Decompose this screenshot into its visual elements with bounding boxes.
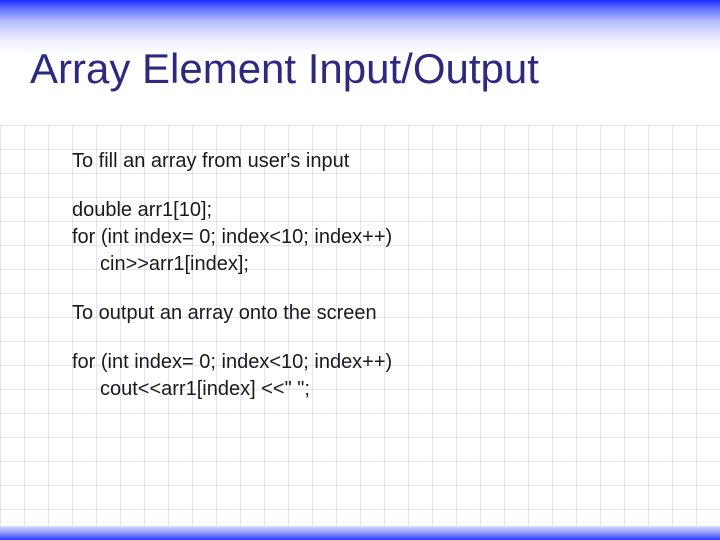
bottom-bar (0, 526, 720, 540)
text-intro-1: To fill an array from user's input (72, 150, 680, 173)
code-line: for (int index= 0; index<10; index++) (72, 226, 680, 249)
slide: Array Element Input/Output To fill an ar… (0, 0, 720, 540)
code-line: cout<<arr1[index] <<" "; (72, 378, 680, 401)
text-intro-2: To output an array onto the screen (72, 302, 680, 325)
slide-body: To fill an array from user's input doubl… (72, 150, 680, 405)
code-line: cin>>arr1[index]; (72, 253, 680, 276)
slide-title: Array Element Input/Output (30, 45, 690, 93)
code-line: for (int index= 0; index<10; index++) (72, 351, 680, 374)
code-line: double arr1[10]; (72, 199, 680, 222)
